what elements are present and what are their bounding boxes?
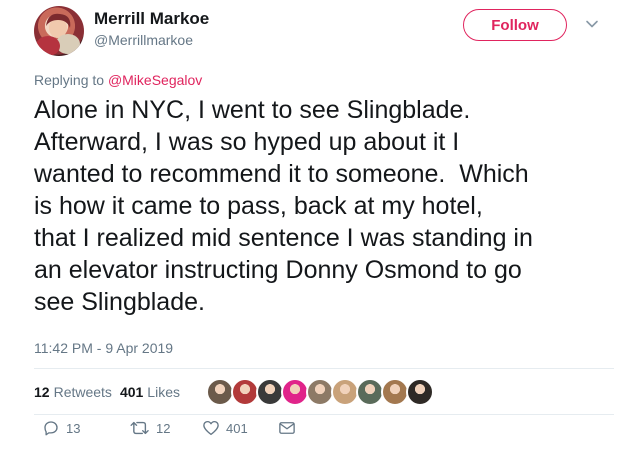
retweet-button[interactable]: 12: [130, 419, 170, 437]
avatar-5[interactable]: [306, 378, 334, 406]
tweet-timestamp[interactable]: 11:42 PM - 9 Apr 2019: [34, 340, 173, 356]
avatar-1[interactable]: [206, 378, 234, 406]
retweets-stat-count: 12: [34, 384, 50, 400]
likes-stat[interactable]: 401 Likes: [120, 384, 180, 400]
liker-avatars: [206, 378, 434, 406]
likes-stat-label: Likes: [147, 384, 180, 400]
replying-to-prefix: Replying to: [34, 72, 108, 88]
avatar-6[interactable]: [331, 378, 359, 406]
heart-icon: [203, 420, 219, 436]
divider: [34, 368, 614, 369]
retweets-stat[interactable]: 12 Retweets: [34, 384, 112, 400]
like-count: 401: [226, 420, 248, 436]
tweet-text: Alone in NYC, I went to see Slingblade. …: [34, 96, 533, 316]
retweets-stat-label: Retweets: [53, 384, 112, 400]
envelope-icon: [279, 422, 295, 434]
retweet-count: 12: [156, 420, 171, 436]
author-handle[interactable]: @Merrillmarkoe: [94, 32, 193, 48]
reply-button[interactable]: 13: [42, 419, 80, 437]
reply-count: 13: [66, 420, 81, 436]
replying-to-link[interactable]: @MikeSegalov: [108, 72, 202, 88]
like-button[interactable]: 401: [202, 419, 248, 437]
avatar-7[interactable]: [356, 378, 384, 406]
follow-button[interactable]: Follow: [463, 9, 567, 41]
avatar-2[interactable]: [231, 378, 259, 406]
avatar-9[interactable]: [406, 378, 434, 406]
tweet-stats: 12 Retweets 401 Likes: [34, 384, 180, 400]
avatar-8[interactable]: [381, 378, 409, 406]
avatar-4[interactable]: [281, 378, 309, 406]
replying-to-line: Replying to @MikeSegalov: [34, 72, 202, 88]
avatar-3[interactable]: [256, 378, 284, 406]
tweet: Merrill Markoe @Merrillmarkoe Follow Rep…: [0, 0, 640, 461]
likes-stat-count: 401: [119, 384, 144, 400]
reply-icon: [44, 421, 58, 436]
author-name[interactable]: Merrill Markoe: [94, 9, 209, 29]
author-avatar[interactable]: [34, 6, 84, 56]
retweet-icon: [130, 421, 149, 435]
divider: [34, 414, 614, 415]
chevron-down-icon[interactable]: [584, 16, 600, 32]
direct-message-button[interactable]: [278, 420, 296, 436]
